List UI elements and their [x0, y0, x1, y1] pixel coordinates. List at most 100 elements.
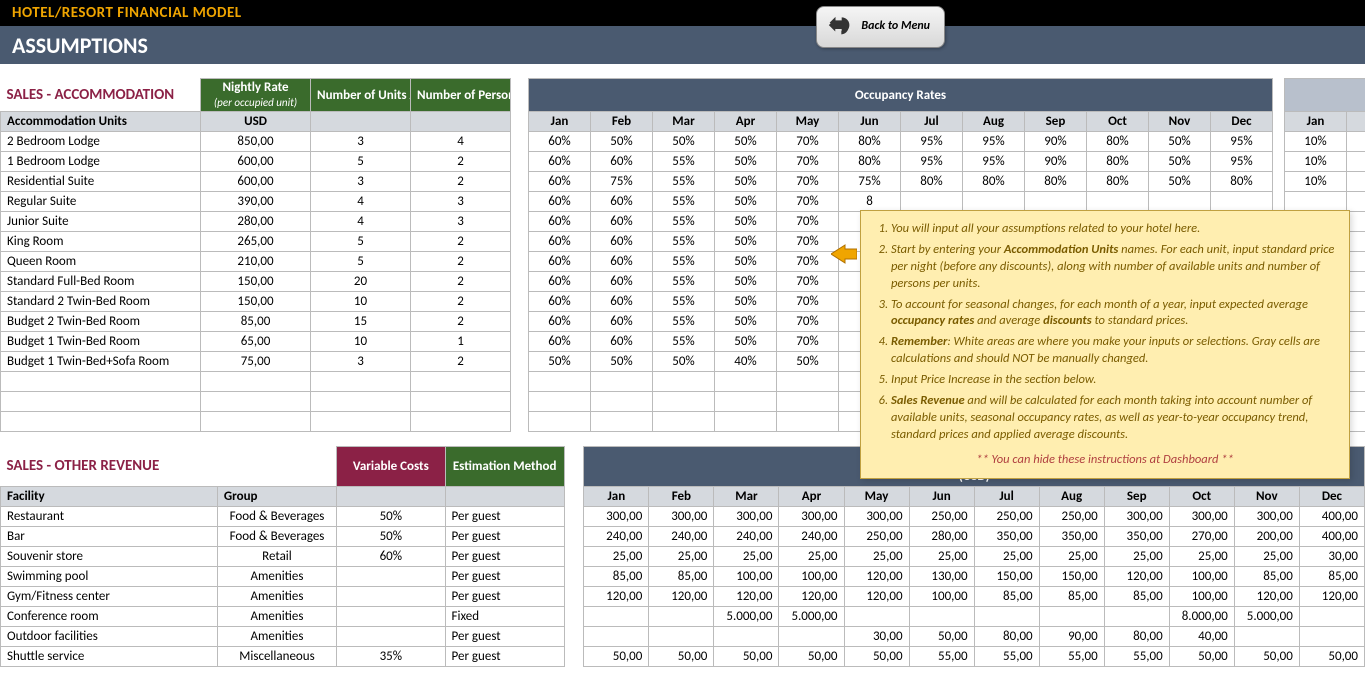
- cell-occ[interactable]: 50%: [591, 132, 653, 152]
- cell-rev[interactable]: 350,00: [1039, 527, 1104, 547]
- cell-rev[interactable]: 85,00: [1234, 567, 1299, 587]
- cell-rev[interactable]: 85,00: [649, 567, 714, 587]
- cell-rev[interactable]: 50,00: [1169, 647, 1234, 667]
- cell-em[interactable]: Per guest: [445, 547, 564, 567]
- cell-rev[interactable]: 80,00: [974, 627, 1039, 647]
- cell-extra[interactable]: 15%: [1347, 172, 1365, 192]
- cell-occ[interactable]: 75%: [839, 172, 901, 192]
- cell-rev[interactable]: 350,00: [1104, 527, 1169, 547]
- cell-name[interactable]: 1 Bedroom Lodge: [1, 152, 201, 172]
- cell-persons[interactable]: 2: [411, 312, 511, 332]
- cell-group[interactable]: Amenities: [217, 627, 336, 647]
- cell-extra[interactable]: 15%: [1347, 152, 1365, 172]
- cell-rev[interactable]: 50,00: [779, 647, 844, 667]
- cell-units[interactable]: 4: [311, 212, 411, 232]
- cell-occ[interactable]: 50%: [715, 192, 777, 212]
- cell-occ[interactable]: 55%: [653, 192, 715, 212]
- cell-occ[interactable]: [1149, 192, 1211, 212]
- cell-occ[interactable]: 70%: [777, 152, 839, 172]
- cell-occ[interactable]: 50%: [715, 232, 777, 252]
- cell-occ[interactable]: 95%: [901, 152, 963, 172]
- cell-group[interactable]: Amenities: [217, 567, 336, 587]
- cell-occ[interactable]: 95%: [963, 152, 1025, 172]
- cell-extra[interactable]: 15%: [1347, 132, 1365, 152]
- cell-occ[interactable]: 50%: [1149, 152, 1211, 172]
- cell-occ[interactable]: 50%: [1149, 132, 1211, 152]
- cell-em[interactable]: Per guest: [445, 527, 564, 547]
- cell-occ[interactable]: 80%: [1087, 152, 1149, 172]
- cell-occ[interactable]: 90%: [1025, 132, 1087, 152]
- cell-occ[interactable]: 70%: [777, 292, 839, 312]
- cell-rev[interactable]: 300,00: [779, 507, 844, 527]
- cell-rate[interactable]: 280,00: [201, 212, 311, 232]
- cell-occ[interactable]: 55%: [653, 152, 715, 172]
- cell-name[interactable]: King Room: [1, 232, 201, 252]
- cell-em[interactable]: Fixed: [445, 607, 564, 627]
- cell-rate[interactable]: 390,00: [201, 192, 311, 212]
- cell-occ[interactable]: 60%: [529, 332, 591, 352]
- cell-occ[interactable]: 55%: [653, 172, 715, 192]
- cell-group[interactable]: Retail: [217, 547, 336, 567]
- cell-occ[interactable]: 60%: [529, 192, 591, 212]
- cell-group[interactable]: Miscellaneous: [217, 647, 336, 667]
- cell-rev[interactable]: [714, 627, 779, 647]
- cell-rev[interactable]: 250,00: [844, 527, 909, 547]
- cell-occ[interactable]: 40%: [715, 352, 777, 372]
- cell-facility[interactable]: Souvenir store: [1, 547, 218, 567]
- cell-rev[interactable]: 300,00: [584, 507, 649, 527]
- cell-rate[interactable]: 850,00: [201, 132, 311, 152]
- cell-rate[interactable]: 85,00: [201, 312, 311, 332]
- cell-rev[interactable]: 80,00: [1104, 627, 1169, 647]
- cell-rev[interactable]: 50,00: [1234, 647, 1299, 667]
- cell-rev[interactable]: 25,00: [909, 547, 974, 567]
- cell-rate[interactable]: 150,00: [201, 292, 311, 312]
- cell-occ[interactable]: 70%: [777, 332, 839, 352]
- cell-rev[interactable]: 85,00: [974, 587, 1039, 607]
- cell-rev[interactable]: 90,00: [1039, 627, 1104, 647]
- cell-units[interactable]: 5: [311, 252, 411, 272]
- cell-rev[interactable]: 55,00: [1039, 647, 1104, 667]
- cell-rev[interactable]: 55,00: [1104, 647, 1169, 667]
- cell-occ[interactable]: 50%: [715, 272, 777, 292]
- cell-occ[interactable]: 50%: [653, 352, 715, 372]
- cell-occ[interactable]: 70%: [777, 232, 839, 252]
- cell-rev[interactable]: 5.000,00: [714, 607, 779, 627]
- cell-occ[interactable]: [963, 192, 1025, 212]
- cell-occ[interactable]: [1025, 192, 1087, 212]
- cell-units[interactable]: 10: [311, 292, 411, 312]
- cell-occ[interactable]: 8: [839, 192, 901, 212]
- cell-vc[interactable]: 60%: [337, 547, 445, 567]
- cell-rev[interactable]: [584, 627, 649, 647]
- cell-em[interactable]: Per guest: [445, 587, 564, 607]
- cell-occ[interactable]: 55%: [653, 232, 715, 252]
- cell-persons[interactable]: 2: [411, 232, 511, 252]
- cell-rev[interactable]: [844, 607, 909, 627]
- cell-occ[interactable]: 70%: [777, 252, 839, 272]
- cell-persons[interactable]: 2: [411, 152, 511, 172]
- cell-rev[interactable]: 200,00: [1234, 527, 1299, 547]
- cell-persons[interactable]: 2: [411, 172, 511, 192]
- cell-rev[interactable]: 130,00: [909, 567, 974, 587]
- cell-rev[interactable]: 300,00: [714, 507, 779, 527]
- cell-occ[interactable]: 95%: [963, 132, 1025, 152]
- cell-rev[interactable]: 25,00: [779, 547, 844, 567]
- cell-rev[interactable]: 8.000,00: [1169, 607, 1234, 627]
- cell-rev[interactable]: 150,00: [1039, 567, 1104, 587]
- cell-group[interactable]: Food & Beverages: [217, 527, 336, 547]
- cell-occ[interactable]: [1211, 192, 1273, 212]
- cell-extra[interactable]: 10%: [1285, 152, 1347, 172]
- cell-vc[interactable]: 50%: [337, 507, 445, 527]
- cell-rev[interactable]: [584, 607, 649, 627]
- cell-rev[interactable]: 5.000,00: [1234, 607, 1299, 627]
- cell-rev[interactable]: 85,00: [1104, 587, 1169, 607]
- cell-rev[interactable]: 240,00: [584, 527, 649, 547]
- cell-rev[interactable]: 120,00: [1104, 567, 1169, 587]
- cell-name[interactable]: Standard Full-Bed Room: [1, 272, 201, 292]
- cell-occ[interactable]: 70%: [777, 272, 839, 292]
- cell-occ[interactable]: 80%: [1087, 172, 1149, 192]
- cell-rev[interactable]: 250,00: [974, 507, 1039, 527]
- cell-occ[interactable]: 55%: [653, 312, 715, 332]
- cell-name[interactable]: Budget 1 Twin-Bed+Sofa Room: [1, 352, 201, 372]
- cell-rev[interactable]: [779, 627, 844, 647]
- cell-occ[interactable]: 60%: [591, 212, 653, 232]
